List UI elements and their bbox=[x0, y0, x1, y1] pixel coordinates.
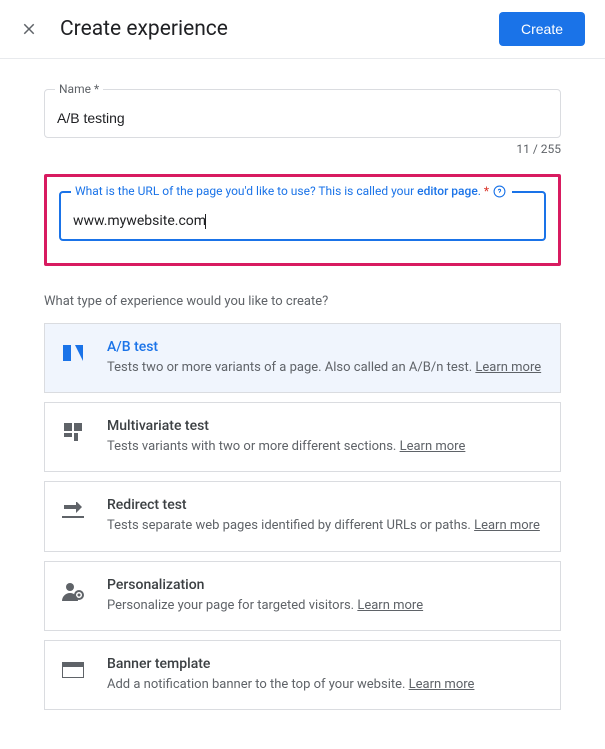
option-ab-test[interactable]: A/B test Tests two or more variants of a… bbox=[44, 323, 561, 393]
option-banner[interactable]: Banner template Add a notification banne… bbox=[44, 640, 561, 710]
option-body: A/B test Tests two or more variants of a… bbox=[107, 339, 544, 377]
url-field-box[interactable]: What is the URL of the page you'd like t… bbox=[59, 191, 546, 241]
ab-test-icon bbox=[61, 341, 85, 365]
url-input[interactable] bbox=[206, 213, 532, 229]
page-title: Create experience bbox=[60, 17, 228, 41]
header-left: Create experience bbox=[20, 17, 228, 41]
create-button[interactable]: Create bbox=[499, 12, 585, 46]
redirect-icon bbox=[61, 499, 85, 523]
name-label: Name * bbox=[55, 82, 103, 96]
learn-more-link[interactable]: Learn more bbox=[400, 439, 466, 454]
option-multivariate[interactable]: Multivariate test Tests variants with tw… bbox=[44, 402, 561, 472]
header: Create experience Create bbox=[0, 0, 605, 59]
option-title: A/B test bbox=[107, 339, 544, 355]
option-body: Redirect test Tests separate web pages i… bbox=[107, 497, 544, 535]
learn-more-link[interactable]: Learn more bbox=[475, 360, 541, 375]
learn-more-link[interactable]: Learn more bbox=[409, 677, 475, 692]
url-label-text-1: What is the URL of the page you'd like t… bbox=[75, 184, 417, 198]
option-desc: Personalize your page for targeted visit… bbox=[107, 597, 544, 615]
option-desc: Tests two or more variants of a page. Al… bbox=[107, 359, 544, 377]
url-input-wrap[interactable]: www.mywebsite.com bbox=[73, 213, 532, 229]
option-title: Multivariate test bbox=[107, 418, 544, 434]
name-field-group: Name * 11 / 255 bbox=[44, 89, 561, 156]
option-body: Personalization Personalize your page fo… bbox=[107, 577, 544, 615]
option-desc: Add a notification banner to the top of … bbox=[107, 676, 544, 694]
required-asterisk: * bbox=[484, 184, 489, 198]
option-desc: Tests separate web pages identified by d… bbox=[107, 517, 544, 535]
form-content: Name * 11 / 255 What is the URL of the p… bbox=[0, 59, 605, 749]
url-highlight-annotation: What is the URL of the page you'd like t… bbox=[44, 174, 561, 266]
option-redirect[interactable]: Redirect test Tests separate web pages i… bbox=[44, 481, 561, 551]
help-icon[interactable] bbox=[493, 185, 506, 198]
option-desc: Tests variants with two or more differen… bbox=[107, 438, 544, 456]
option-title: Personalization bbox=[107, 577, 544, 593]
section-question: What type of experience would you like t… bbox=[44, 294, 561, 309]
close-icon[interactable] bbox=[20, 20, 38, 38]
option-body: Multivariate test Tests variants with tw… bbox=[107, 418, 544, 456]
personalization-icon bbox=[61, 579, 85, 603]
name-input[interactable] bbox=[57, 110, 548, 126]
option-title: Banner template bbox=[107, 656, 544, 672]
url-label-bold: editor page bbox=[417, 184, 478, 198]
url-label: What is the URL of the page you'd like t… bbox=[71, 184, 512, 198]
name-field-box[interactable]: Name * bbox=[44, 89, 561, 138]
option-title: Redirect test bbox=[107, 497, 544, 513]
name-char-count: 11 / 255 bbox=[44, 142, 561, 156]
learn-more-link[interactable]: Learn more bbox=[357, 598, 423, 613]
learn-more-link[interactable]: Learn more bbox=[474, 518, 540, 533]
multivariate-icon bbox=[61, 420, 85, 444]
url-input-value: www.mywebsite.com bbox=[73, 213, 206, 229]
option-personalization[interactable]: Personalization Personalize your page fo… bbox=[44, 561, 561, 631]
option-body: Banner template Add a notification banne… bbox=[107, 656, 544, 694]
banner-icon bbox=[61, 658, 85, 682]
